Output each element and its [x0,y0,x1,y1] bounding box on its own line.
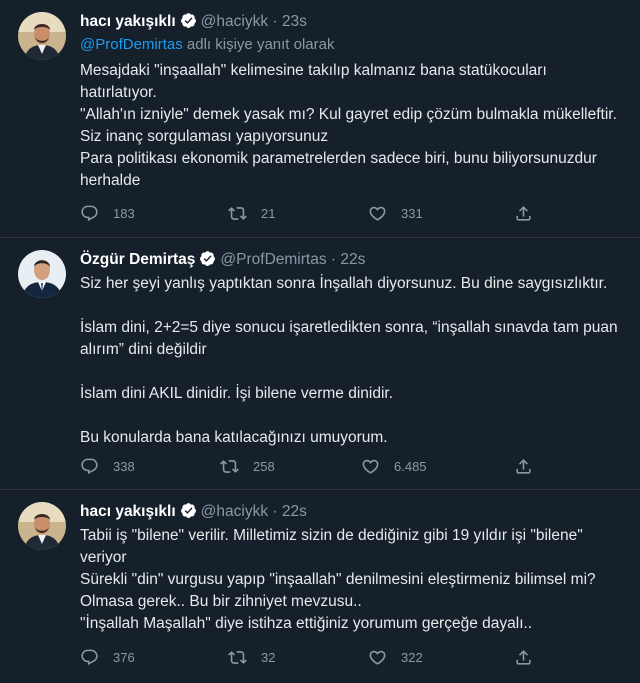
avatar[interactable] [18,502,66,550]
tweet-line: Sürekli "din" vurgusu yapıp "inşaallah" … [80,571,596,610]
display-name[interactable]: hacı yakışıklı [80,13,176,30]
retweet-icon [228,204,247,223]
retweet-count: 32 [261,650,276,665]
tweet-line: Tabii iş "bilene" verilir. Milletimiz si… [80,527,583,566]
tweet-header: hacı yakışıklı @haciykk · 22s [80,502,307,522]
tweet-text: Mesajdaki "inşaallah" kelimesine takılıp… [80,60,625,192]
tweet-header: hacı yakışıklı @haciykk · 23s [80,12,307,32]
retweet-count: 258 [253,459,275,474]
tweet-1[interactable]: hacı yakışıklı @haciykk · 23s @ProfDemirt… [0,0,640,238]
reply-context: @ProfDemirtas adlı kişiye yanıt olarak [80,36,335,53]
tweet-line: İslam dini AKIL dinidir. İşi bilene verm… [80,385,394,402]
user-handle[interactable]: @haciykk [201,13,268,30]
like-count: 6.485 [394,459,427,474]
reply-icon [80,204,99,223]
tweet-line: Para politikası ekonomik parametrelerden… [80,150,597,189]
tweet-line: Mesajdaki "inşaallah" kelimesine takılıp… [80,62,547,101]
like-icon [368,204,387,223]
like-icon [368,648,387,667]
reply-context-text: adlı kişiye yanıt olarak [182,36,335,53]
tweet-text: Siz her şeyi yanlış yaptıktan sonra İnşa… [80,273,625,449]
share-icon [514,457,533,476]
retweet-icon [220,457,239,476]
tweet-line: Siz her şeyi yanlış yaptıktan sonra İnşa… [80,275,608,292]
user-handle[interactable]: @ProfDemirtas [220,251,326,268]
tweet-actions: 376 32 322 [80,648,550,668]
share-icon [514,204,533,223]
like-icon [361,457,380,476]
verified-badge-icon [180,12,197,29]
timestamp[interactable]: 22s [282,503,307,520]
avatar[interactable] [18,250,66,298]
separator-dot: · [272,503,278,520]
separator-dot: · [330,251,337,268]
display-name[interactable]: Özgür Demirtaş [80,251,195,268]
reply-mention-link[interactable]: @ProfDemirtas [80,36,183,53]
tweet-line: Bu konularda bana katılacağınızı umuyoru… [80,429,388,446]
user-handle[interactable]: @haciykk [201,503,268,520]
retweet-icon [228,648,247,667]
like-count: 322 [401,650,423,665]
tweet-line: "İnşallah Maşallah" diye istihza ettiğin… [80,615,533,632]
retweet-count: 21 [261,206,276,221]
reply-icon [80,457,99,476]
like-count: 331 [401,206,423,221]
verified-badge-icon [199,250,216,267]
tweet-actions: 183 21 331 [80,204,550,224]
separator-dot: · [272,13,278,30]
reply-count: 338 [113,459,135,474]
reply-icon [80,648,99,667]
timestamp[interactable]: 22s [340,251,365,268]
tweet-text: Tabii iş "bilene" verilir. Milletimiz si… [80,525,625,635]
tweet-line: İslam dini, 2+2=5 diye sonucu işaretledi… [80,319,618,358]
reply-count: 183 [113,206,135,221]
reply-count: 376 [113,650,135,665]
tweet-2[interactable]: Özgür Demirtaş @ProfDemirtas · 22s Siz he… [0,238,640,490]
verified-badge-icon [180,502,197,519]
avatar[interactable] [18,12,66,60]
display-name[interactable]: hacı yakışıklı [80,503,176,520]
share-icon [514,648,533,667]
tweet-3[interactable]: hacı yakışıklı @haciykk · 22s Tabii iş "b… [0,490,640,683]
timestamp[interactable]: 23s [282,13,307,30]
tweet-header: Özgür Demirtaş @ProfDemirtas · 22s [80,250,365,270]
tweet-line: "Allah'ın izniyle" demek yasak mı? Kul g… [80,106,617,145]
tweet-actions: 338 258 6.485 [80,457,550,477]
